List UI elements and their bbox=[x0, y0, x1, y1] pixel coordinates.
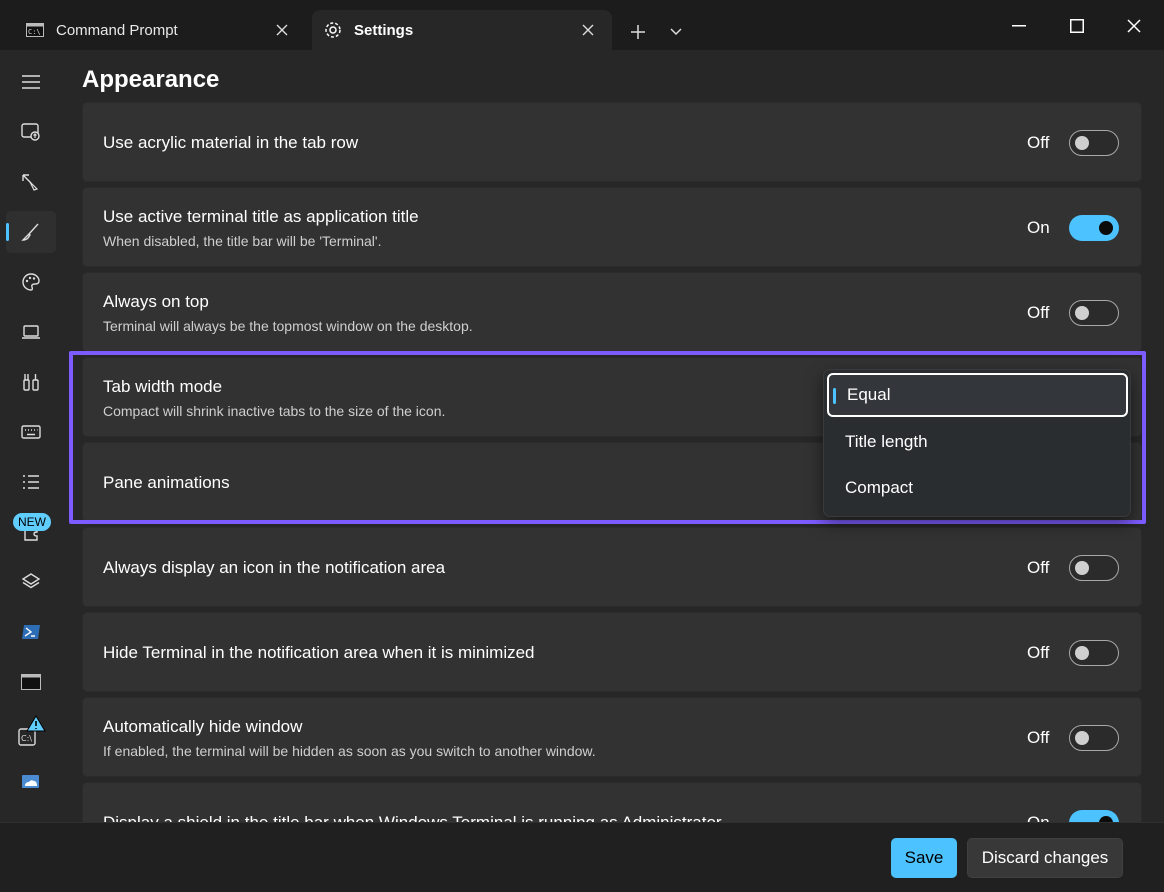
setting-title: Use acrylic material in the tab row bbox=[103, 133, 359, 152]
tab-label: Command Prompt bbox=[56, 21, 178, 39]
setting-title: Use active terminal title as application… bbox=[103, 207, 419, 226]
toggle-state: Off bbox=[1027, 728, 1050, 747]
tab-dropdown-button[interactable] bbox=[662, 18, 690, 46]
toggle-state: Off bbox=[1027, 643, 1050, 662]
setting-active-terminal-title: Use active terminal title as application… bbox=[82, 187, 1142, 267]
toggle-state: Off bbox=[1027, 558, 1050, 577]
svg-text:C:\: C:\ bbox=[28, 28, 41, 36]
setting-auto-hide-window: Automatically hide window If enabled, th… bbox=[82, 697, 1142, 777]
tab-width-mode-dropdown[interactable]: Equal Title length Compact bbox=[823, 369, 1131, 517]
setting-description: Terminal will always be the topmost wind… bbox=[103, 318, 473, 334]
setting-description: When disabled, the title bar will be 'Te… bbox=[103, 233, 382, 249]
minimize-button[interactable] bbox=[1002, 10, 1036, 42]
setting-description: If enabled, the terminal will be hidden … bbox=[103, 743, 596, 759]
dropdown-option-title-length[interactable]: Title length bbox=[827, 420, 1128, 464]
setting-title: Always on top bbox=[103, 292, 209, 311]
setting-notification-icon: Always display an icon in the notificati… bbox=[82, 527, 1142, 607]
hamburger-menu-icon[interactable] bbox=[6, 61, 56, 103]
maximize-button[interactable] bbox=[1060, 10, 1094, 42]
defaults-list-icon[interactable] bbox=[6, 461, 56, 503]
tab-settings[interactable]: Settings bbox=[312, 10, 612, 50]
dropdown-option-equal[interactable]: Equal bbox=[827, 373, 1128, 417]
toggle-switch[interactable] bbox=[1069, 300, 1119, 326]
setting-title: Always display an icon in the notificati… bbox=[103, 558, 446, 577]
toggle-switch[interactable] bbox=[1069, 215, 1119, 241]
compatibility-tools-icon[interactable] bbox=[6, 361, 56, 403]
nav-rail: NEW C:\ bbox=[0, 50, 62, 892]
toggle-state: On bbox=[1027, 218, 1050, 237]
interaction-icon[interactable] bbox=[6, 161, 56, 203]
gear-icon bbox=[322, 19, 344, 41]
svg-text:C:\: C:\ bbox=[21, 734, 32, 743]
toggle-state: Off bbox=[1027, 133, 1050, 152]
toggle-switch[interactable] bbox=[1069, 555, 1119, 581]
footer-bar: Save Discard changes bbox=[0, 822, 1164, 892]
tab-label: Settings bbox=[354, 21, 414, 39]
discard-changes-button[interactable]: Discard changes bbox=[967, 838, 1123, 878]
toggle-switch[interactable] bbox=[1069, 725, 1119, 751]
dropdown-option-compact[interactable]: Compact bbox=[827, 466, 1128, 510]
setting-always-on-top: Always on top Terminal will always be th… bbox=[82, 272, 1142, 352]
toggle-switch[interactable] bbox=[1069, 810, 1119, 822]
setting-title: Display a shield in the title bar when W… bbox=[103, 813, 722, 822]
tab-command-prompt[interactable]: C:\ Command Prompt bbox=[14, 10, 306, 50]
powershell-profile-icon[interactable] bbox=[6, 611, 56, 653]
startup-icon[interactable] bbox=[6, 111, 56, 153]
toggle-state: Off bbox=[1027, 303, 1050, 322]
toggle-switch[interactable] bbox=[1069, 640, 1119, 666]
new-tab-button[interactable] bbox=[624, 18, 652, 46]
page-title: Appearance bbox=[82, 66, 220, 93]
color-schemes-palette-icon[interactable] bbox=[6, 261, 56, 303]
appearance-brush-icon[interactable] bbox=[6, 211, 56, 253]
setting-title: Automatically hide window bbox=[103, 717, 303, 736]
cmd-icon: C:\ bbox=[24, 19, 46, 41]
save-button[interactable]: Save bbox=[891, 838, 957, 878]
profile-warning-icon[interactable]: C:\ bbox=[6, 711, 56, 753]
toggle-switch[interactable] bbox=[1069, 130, 1119, 156]
close-window-button[interactable] bbox=[1117, 10, 1151, 42]
close-tab-icon[interactable] bbox=[578, 20, 598, 40]
close-tab-icon[interactable] bbox=[272, 20, 292, 40]
setting-admin-shield: Display a shield in the title bar when W… bbox=[82, 782, 1142, 822]
layers-icon[interactable] bbox=[6, 561, 56, 603]
actions-keyboard-icon[interactable] bbox=[6, 411, 56, 453]
command-prompt-profile-icon[interactable] bbox=[6, 661, 56, 703]
setting-hide-in-notification-area: Hide Terminal in the notification area w… bbox=[82, 612, 1142, 692]
title-bar: C:\ Command Prompt Settings bbox=[0, 0, 1164, 50]
azure-cloud-shell-icon[interactable] bbox=[6, 761, 56, 803]
setting-title: Hide Terminal in the notification area w… bbox=[103, 643, 535, 662]
toggle-state: On bbox=[1027, 813, 1053, 822]
setting-acrylic-tab-row: Use acrylic material in the tab row Off bbox=[82, 102, 1142, 182]
new-badge: NEW bbox=[13, 513, 51, 531]
rendering-laptop-icon[interactable] bbox=[6, 311, 56, 353]
